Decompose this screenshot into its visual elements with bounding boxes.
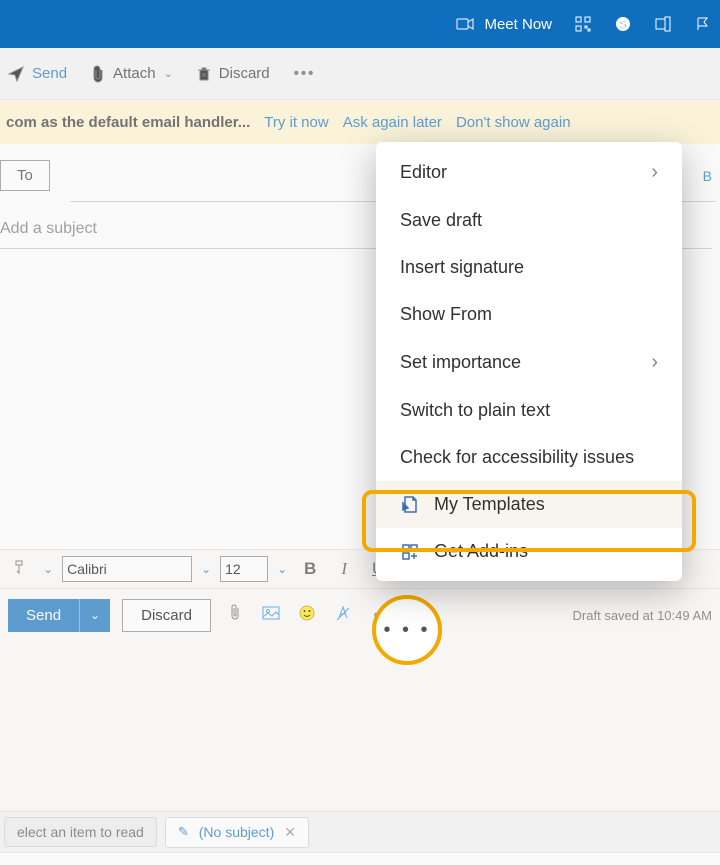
discard-button-2[interactable]: Discard	[122, 599, 211, 632]
send-label: Send	[32, 65, 67, 82]
chevron-down-icon[interactable]: ⌄	[40, 562, 56, 576]
more-button[interactable]: •••	[294, 65, 316, 82]
menu-label: My Templates	[434, 494, 545, 515]
send-button[interactable]: Send	[8, 65, 67, 82]
bold-button[interactable]: B	[296, 559, 324, 579]
menu-set-importance[interactable]: Set importance ›	[376, 338, 682, 387]
menu-label: Set importance	[400, 352, 521, 373]
menu-label: Insert signature	[400, 257, 524, 278]
menu-save-draft[interactable]: Save draft	[376, 197, 682, 244]
italic-button[interactable]: I	[330, 559, 358, 579]
templates-icon	[400, 495, 420, 515]
reading-pane	[0, 641, 720, 811]
ask-later-link[interactable]: Ask again later	[343, 114, 442, 131]
picture-icon[interactable]	[259, 606, 283, 625]
menu-label: Editor	[400, 162, 447, 183]
tab-reading[interactable]: elect an item to read	[4, 817, 157, 847]
menu-label: Switch to plain text	[400, 400, 550, 421]
flag-icon[interactable]	[694, 15, 712, 33]
attach-button[interactable]: Attach ⌄	[91, 65, 173, 83]
meet-now-button[interactable]: Meet Now	[456, 15, 552, 33]
menu-accessibility[interactable]: Check for accessibility issues	[376, 434, 682, 481]
title-bar: Meet Now S	[0, 0, 720, 48]
menu-label: Get Add-ins	[434, 541, 528, 562]
compose-toolbar: Send Attach ⌄ Discard •••	[0, 48, 720, 100]
menu-my-templates[interactable]: My Templates	[376, 481, 682, 528]
menu-label: Show From	[400, 304, 492, 325]
chevron-right-icon: ›	[651, 351, 658, 374]
info-bar: com as the default email handler... Try …	[0, 100, 720, 144]
format-painter-icon[interactable]	[6, 559, 34, 580]
attach-label: Attach	[113, 65, 156, 82]
send-button-dropdown[interactable]: ⌄	[79, 599, 110, 632]
menu-plain-text[interactable]: Switch to plain text	[376, 387, 682, 434]
dont-show-link[interactable]: Don't show again	[456, 114, 571, 131]
chevron-down-icon: ⌄	[164, 67, 173, 80]
tab-strip: elect an item to read ✎ (No subject) ✕	[0, 811, 720, 853]
send-button-main[interactable]: Send	[8, 599, 79, 632]
discard-label: Discard	[219, 65, 270, 82]
send-split-button: Send ⌄	[8, 599, 110, 632]
app-icon[interactable]	[654, 15, 672, 33]
to-button[interactable]: To	[0, 160, 50, 191]
chevron-down-icon[interactable]: ⌄	[198, 562, 214, 576]
font-size-select[interactable]	[220, 556, 268, 582]
action-bar: Send ⌄ Discard ••• Draft saved at 10:49 …	[0, 589, 720, 641]
close-icon[interactable]: ✕	[284, 824, 296, 841]
tab-label: (No subject)	[199, 824, 274, 840]
tab-draft[interactable]: ✎ (No subject) ✕	[165, 817, 309, 848]
bcc-button[interactable]: B	[703, 168, 712, 184]
discard-button[interactable]: Discard	[197, 65, 270, 82]
menu-show-from[interactable]: Show From	[376, 291, 682, 338]
meet-now-label: Meet Now	[484, 16, 552, 33]
menu-get-addins[interactable]: Get Add-ins	[376, 528, 682, 575]
svg-text:S: S	[619, 19, 626, 31]
addins-icon	[400, 542, 420, 562]
chevron-right-icon: ›	[651, 161, 658, 184]
menu-label: Save draft	[400, 210, 482, 231]
chevron-down-icon[interactable]: ⌄	[274, 562, 290, 576]
draft-status: Draft saved at 10:49 AM	[573, 608, 712, 623]
menu-insert-signature[interactable]: Insert signature	[376, 244, 682, 291]
tab-label: elect an item to read	[17, 824, 144, 840]
highlight-more-button: • • •	[372, 595, 442, 665]
more-context-menu: Editor › Save draft Insert signature Sho…	[376, 142, 682, 581]
menu-editor[interactable]: Editor ›	[376, 148, 682, 197]
try-it-now-link[interactable]: Try it now	[264, 114, 328, 131]
format-icon[interactable]	[331, 605, 355, 626]
infobar-text: com as the default email handler...	[6, 114, 250, 131]
pencil-icon: ✎	[178, 824, 189, 840]
skype-icon[interactable]: S	[614, 15, 632, 33]
emoji-icon[interactable]	[295, 605, 319, 626]
attach-icon[interactable]	[223, 604, 247, 627]
video-icon	[456, 15, 474, 33]
font-name-select[interactable]	[62, 556, 192, 582]
qr-icon[interactable]	[574, 15, 592, 33]
menu-label: Check for accessibility issues	[400, 447, 634, 468]
